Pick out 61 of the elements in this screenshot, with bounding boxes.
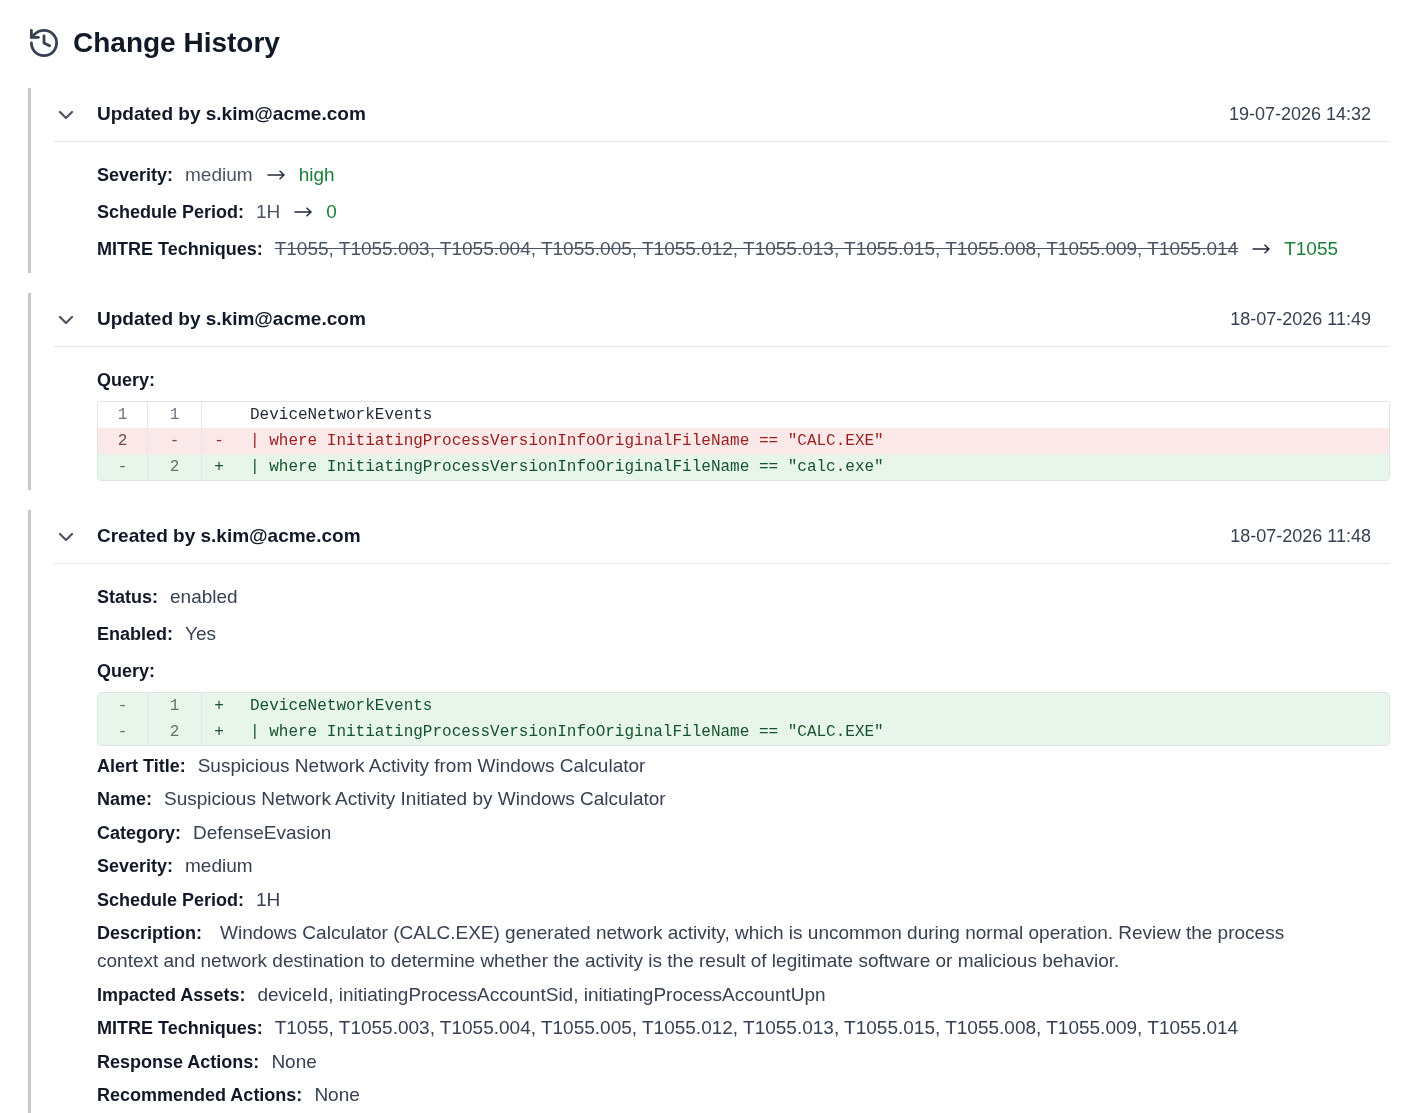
field-value: Suspicious Network Activity Initiated by Windows Calculator: [164, 787, 666, 812]
field-value: enabled: [170, 584, 238, 609]
field-label: Severity:: [97, 163, 174, 187]
field-label: Response Actions:: [97, 1050, 260, 1074]
diff-sign: -: [214, 431, 224, 452]
diff-sign: +: [214, 696, 224, 717]
chevron-down-icon[interactable]: [58, 315, 74, 324]
field-label: Enabled:: [97, 622, 173, 646]
field-label: Alert Title:: [97, 754, 186, 778]
code-line: | where InitiatingProcessVersionInfoOriginalFileName == "calc.exe": [250, 457, 884, 478]
field-label: MITRE Techniques:: [97, 1017, 263, 1041]
page-title: Change History: [73, 29, 280, 57]
diff-sign: +: [214, 457, 224, 478]
new-value: 0: [326, 199, 337, 224]
history-icon: [30, 29, 58, 57]
field-label: Schedule Period:: [97, 888, 245, 912]
chevron-down-icon[interactable]: [58, 110, 74, 119]
new-value: T1055: [1284, 236, 1339, 261]
line-number: -: [98, 719, 148, 745]
field-label: MITRE Techniques:: [97, 237, 263, 261]
field-label: Name:: [97, 788, 153, 812]
field-label: Query:: [97, 368, 156, 392]
diff-sign: +: [214, 722, 224, 743]
field-value: None: [314, 1083, 360, 1108]
code-line: | where InitiatingProcessVersionInfoOriginalFileName == "CALC.EXE": [250, 431, 884, 452]
code-line: DeviceNetworkEvents: [250, 696, 433, 717]
entry-timestamp: 18-07-2026 11:48: [1230, 525, 1371, 548]
entry-title: Created by s.kim@acme.com: [97, 524, 361, 549]
arrow-right-icon: [1252, 243, 1271, 254]
field-value: 1H: [256, 887, 281, 912]
field-label: Severity:: [97, 855, 174, 879]
line-number: -: [98, 454, 148, 480]
old-value: medium: [185, 162, 253, 187]
entry-timestamp: 19-07-2026 14:32: [1228, 103, 1371, 126]
code-line: | where InitiatingProcessVersionInfoOriginalFileName == "CALC.EXE": [250, 722, 884, 743]
field-value: None: [271, 1049, 317, 1074]
new-value: high: [298, 162, 335, 187]
line-number: 2: [148, 454, 202, 480]
field-value: Yes: [185, 621, 216, 646]
field-label: Category:: [97, 821, 181, 845]
code-line: DeviceNetworkEvents: [250, 405, 433, 426]
entry-timestamp: 18-07-2026 11:49: [1230, 308, 1371, 331]
field-label: Recommended Actions:: [97, 1084, 303, 1108]
field-label: Query:: [97, 659, 156, 683]
field-value: Suspicious Network Activity from Windows Calculator: [197, 753, 646, 778]
field-value: T1055, T1055.003, T1055.004, T1055.005, T1055.012, T1055.013, T1055.015, T1055.008, T1055.009, T1055.014: [274, 1016, 1239, 1041]
field-label: Schedule Period:: [97, 200, 245, 224]
field-value: DefenseEvasion: [193, 820, 332, 845]
arrow-right-icon: [294, 206, 313, 217]
old-value: 1H: [256, 199, 281, 224]
entry-title: Updated by s.kim@acme.com: [97, 307, 366, 332]
field-value: medium: [185, 854, 253, 879]
field-label: Impacted Assets:: [97, 983, 246, 1007]
field-value: deviceId, initiatingProcessAccountSid, initiatingProcessAccountUpn: [257, 982, 826, 1007]
line-number: 2: [148, 719, 202, 745]
old-value: T1055, T1055.003, T1055.004, T1055.005, T1055.012, T1055.013, T1055.015, T1055.008, T1055.009, T1055.014: [274, 236, 1239, 261]
field-label: Status:: [97, 585, 158, 609]
entry-title: Updated by s.kim@acme.com: [97, 102, 366, 127]
description-text: Description: Windows Calculator (CALC.EXE) generated network activity, which is uncommon during normal operation. Review the process context and network destination to determine whether the activity is the result of legitimate software or malicious behavior.: [97, 921, 1286, 974]
arrow-right-icon: [266, 169, 285, 180]
chevron-down-icon[interactable]: [58, 532, 74, 541]
